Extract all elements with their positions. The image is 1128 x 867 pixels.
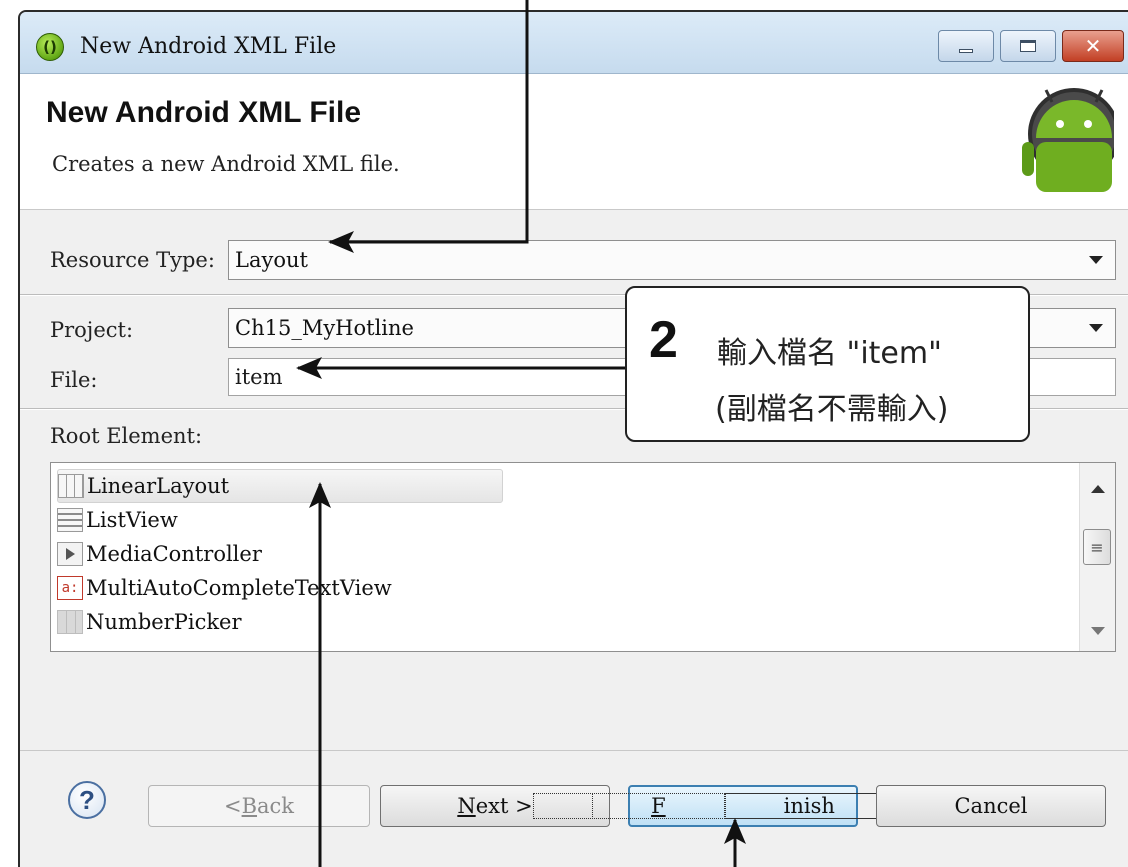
window-title: New Android XML File (80, 34, 337, 59)
list-item-label: NumberPicker (86, 610, 242, 634)
scroll-up-icon[interactable] (1091, 485, 1105, 493)
list-item-label: MediaController (86, 542, 262, 566)
page-description: Creates a new Android XML file. (52, 152, 400, 176)
list-item-label: ListView (86, 508, 178, 532)
number-picker-icon (57, 610, 83, 634)
minimize-button[interactable] (938, 30, 994, 62)
list-item-linearlayout[interactable]: LinearLayout (57, 469, 503, 503)
help-icon[interactable]: ? (68, 781, 106, 819)
scroll-down-icon[interactable] (1091, 627, 1105, 635)
page-title: New Android XML File (46, 96, 362, 129)
autocomplete-text-icon: a: (57, 576, 83, 600)
back-label: ack (257, 794, 295, 818)
annotation-line-1: 輸入檔名 "item" (717, 336, 942, 371)
annotation-line-2: (副檔名不需輸入) (715, 392, 949, 427)
android-adt-icon: () (36, 33, 64, 61)
finish-label: inish (724, 793, 894, 819)
chevron-down-icon (1089, 324, 1103, 332)
step-annotation-callout: 2 輸入檔名 "item" (副檔名不需輸入) (625, 286, 1030, 442)
linear-layout-icon (58, 474, 84, 498)
title-bar[interactable]: () New Android XML File ✕ (20, 12, 1128, 74)
project-label: Project: (50, 318, 134, 342)
finish-button[interactable]: Finish (533, 785, 953, 827)
next-label: ext > (475, 794, 533, 818)
close-icon: ✕ (1084, 34, 1102, 58)
scroll-thumb[interactable]: ≡ (1083, 529, 1111, 565)
finish-mnemonic: F (592, 793, 725, 819)
list-item-label: MultiAutoCompleteTextView (86, 576, 392, 600)
back-mnemonic: B (241, 794, 258, 818)
resource-type-label: Resource Type: (50, 248, 215, 272)
file-name-value: item (235, 365, 283, 389)
back-button[interactable]: < Back (148, 785, 370, 827)
list-item-listview[interactable]: ListView (57, 503, 503, 537)
android-logo (1022, 88, 1114, 192)
wizard-footer: ? < Back Next > Finish Cancel (20, 750, 1128, 867)
maximize-icon (1020, 40, 1036, 52)
back-prefix: < (223, 794, 242, 818)
media-controller-icon (57, 542, 83, 566)
list-item-numberpicker[interactable]: NumberPicker (57, 605, 503, 639)
maximize-button[interactable] (1000, 30, 1056, 62)
resource-type-value: Layout (235, 248, 308, 272)
close-button[interactable]: ✕ (1062, 30, 1124, 62)
chevron-down-icon (1089, 256, 1103, 264)
resource-type-combo[interactable]: Layout (228, 240, 1116, 280)
root-element-list[interactable]: LinearLayout ListView MediaController a:… (50, 462, 1116, 652)
step-number: 2 (649, 311, 678, 369)
next-mnemonic: N (457, 794, 476, 818)
cancel-button[interactable]: Cancel (876, 785, 1106, 827)
minimize-icon (959, 49, 973, 53)
list-scrollbar[interactable]: ≡ (1079, 463, 1115, 651)
list-view-icon (57, 508, 83, 532)
wizard-header: New Android XML File Creates a new Andro… (20, 74, 1128, 210)
list-item-label: LinearLayout (87, 474, 230, 498)
list-item-multiautocompletetextview[interactable]: a: MultiAutoCompleteTextView (57, 571, 503, 605)
list-item-mediacontroller[interactable]: MediaController (57, 537, 503, 571)
project-value: Ch15_MyHotline (235, 316, 414, 340)
root-element-label: Root Element: (50, 424, 203, 448)
file-label: File: (50, 368, 98, 392)
